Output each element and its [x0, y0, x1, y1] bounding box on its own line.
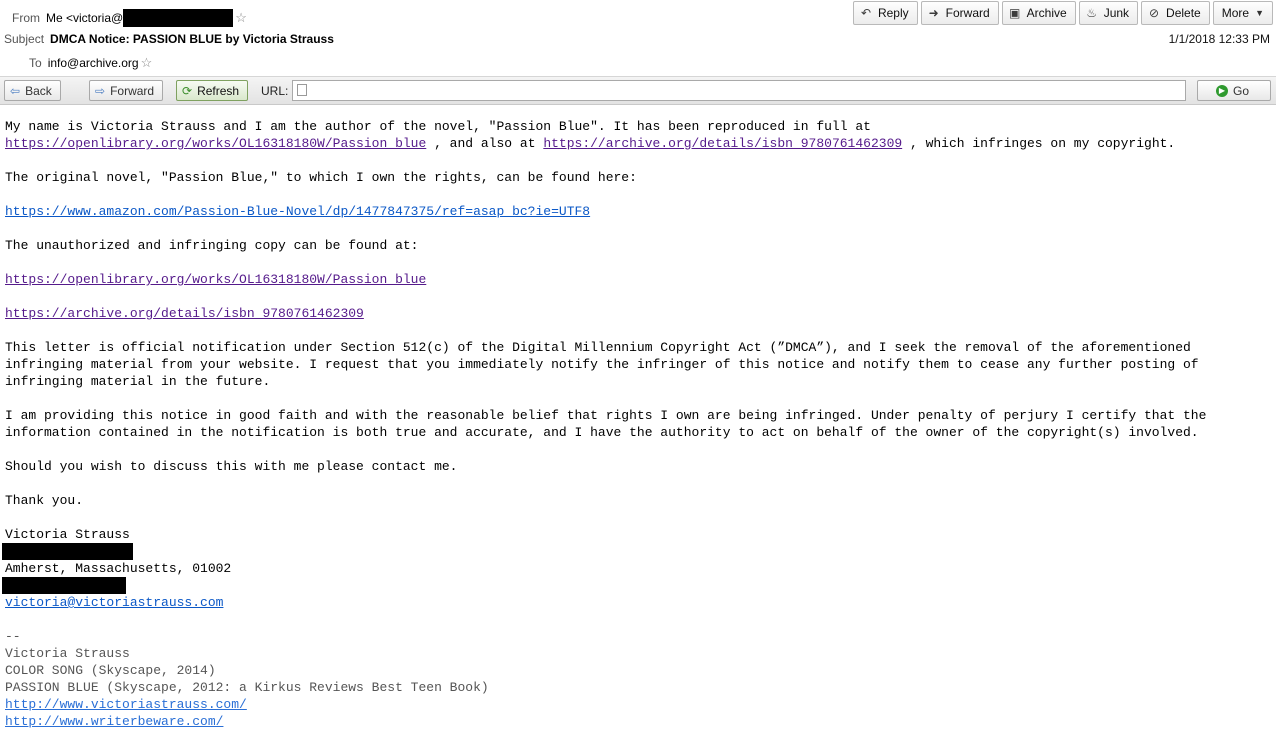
infringing-link2-line: https://archive.org/details/isbn_9780761…: [5, 305, 1265, 322]
openlibrary-link[interactable]: https://openlibrary.org/works/OL16318180…: [5, 136, 426, 151]
delete-button[interactable]: ⊘ Delete: [1141, 1, 1210, 25]
from-value[interactable]: Me <victoria@: [46, 11, 123, 25]
from-row: From Me <victoria@ ☆: [12, 9, 247, 27]
notification-paragraph: This letter is official notification und…: [5, 340, 1207, 389]
contact-paragraph: Should you wish to discuss this with me …: [5, 459, 458, 474]
email-signature: -- Victoria Strauss COLOR SONG (Skyscape…: [5, 628, 1265, 730]
subject-row: Subject DMCA Notice: PASSION BLUE by Vic…: [4, 32, 334, 46]
reply-label: Reply: [877, 6, 909, 20]
signature-website-link[interactable]: http://www.victoriastrauss.com/: [5, 697, 247, 712]
to-value[interactable]: info@archive.org: [48, 56, 139, 70]
refresh-icon: ⟳: [182, 83, 193, 98]
signature-separator: --: [5, 629, 21, 644]
url-input[interactable]: [292, 80, 1186, 101]
from-label: From: [12, 11, 40, 25]
go-play-icon: ▶: [1216, 84, 1228, 97]
chevron-down-icon: ▼: [1255, 8, 1264, 18]
archive-label: Archive: [1026, 6, 1067, 20]
archive-icon: ▣: [1009, 6, 1021, 20]
infringing-intro: The unauthorized and infringing copy can…: [5, 238, 419, 253]
reply-button[interactable]: ↶ Reply: [852, 1, 918, 25]
url-label: URL:: [261, 84, 289, 98]
amazon-link-line: https://www.amazon.com/Passion-Blue-Nove…: [5, 203, 1265, 220]
archive-link[interactable]: https://archive.org/details/isbn_9780761…: [543, 136, 902, 151]
signature-name: Victoria Strauss: [5, 646, 130, 661]
message-actions: ↶ Reply ➜ Forward ▣ Archive ♨ Junk ⊘ Del…: [852, 1, 1273, 25]
go-label: Go: [1233, 83, 1250, 98]
amazon-link[interactable]: https://www.amazon.com/Passion-Blue-Nove…: [5, 204, 590, 219]
sign-email-link[interactable]: victoria@victoriastrauss.com: [5, 594, 223, 611]
page-icon: [297, 84, 307, 96]
to-label: To: [29, 56, 42, 70]
junk-label: Junk: [1103, 6, 1130, 20]
to-row: To info@archive.org ☆: [29, 55, 152, 71]
redacted-phone: [2, 577, 126, 594]
sign-block: Victoria Strauss Amherst, Massachusetts, …: [2, 526, 1265, 611]
go-button[interactable]: ▶ Go: [1197, 80, 1271, 101]
browser-toolbar: ⇦ Back ⇨ Forward ⟳ Refresh URL: ▶ Go: [0, 77, 1276, 105]
back-button[interactable]: ⇦ Back: [4, 80, 61, 101]
junk-button[interactable]: ♨ Junk: [1078, 1, 1139, 25]
redacted-email: [123, 9, 234, 27]
message-body: My name is Victoria Strauss and I am the…: [2, 118, 1265, 730]
sign-name: Victoria Strauss: [5, 527, 130, 542]
sign-city: Amherst, Massachusetts, 01002: [5, 561, 232, 576]
signature-book2: PASSION BLUE (Skyscape, 2012: a Kirkus R…: [5, 680, 489, 695]
star-icon[interactable]: ☆: [235, 10, 247, 26]
star-icon[interactable]: ☆: [141, 55, 153, 71]
delete-icon: ⊘: [1149, 6, 1160, 20]
back-arrow-icon: ⇦: [10, 83, 21, 98]
good-faith-paragraph: I am providing this notice in good faith…: [5, 408, 1215, 440]
nav-forward-label: Forward: [110, 83, 155, 98]
forward-button[interactable]: ➜ Forward: [920, 1, 999, 25]
signature-book1: COLOR SONG (Skyscape, 2014): [5, 663, 216, 678]
refresh-label: Refresh: [197, 83, 240, 98]
forward-arrow-icon: ➜: [928, 6, 939, 20]
intro-paragraph: My name is Victoria Strauss and I am the…: [5, 119, 1176, 151]
forward-label: Forward: [945, 6, 990, 20]
message-header: From Me <victoria@ ☆ Subject DMCA Notice…: [0, 0, 1276, 77]
back-label: Back: [25, 83, 52, 98]
subject-value: DMCA Notice: PASSION BLUE by Victoria St…: [50, 32, 334, 46]
more-button[interactable]: More ▼: [1212, 1, 1273, 25]
nav-forward-button[interactable]: ⇨ Forward: [89, 80, 164, 101]
redacted-address: [2, 543, 133, 560]
original-paragraph: The original novel, "Passion Blue," to w…: [5, 170, 637, 185]
infringing-openlibrary-link[interactable]: https://openlibrary.org/works/OL16318180…: [5, 272, 426, 287]
signature-writerbeware-link[interactable]: http://www.writerbeware.com/: [5, 714, 223, 729]
reply-icon: ↶: [860, 6, 871, 20]
message-date: 1/1/2018 12:33 PM: [1168, 32, 1270, 46]
archive-button[interactable]: ▣ Archive: [1001, 1, 1076, 25]
infringing-link1-line: https://openlibrary.org/works/OL16318180…: [5, 271, 1265, 288]
infringing-archive-link[interactable]: https://archive.org/details/isbn_9780761…: [5, 306, 364, 321]
refresh-button[interactable]: ⟳ Refresh: [176, 80, 249, 101]
forward-arrow-icon: ⇨: [95, 83, 106, 98]
thanks-paragraph: Thank you.: [5, 493, 84, 508]
more-label: More: [1221, 6, 1250, 20]
junk-flame-icon: ♨: [1086, 6, 1098, 20]
subject-label: Subject: [4, 32, 45, 46]
delete-label: Delete: [1166, 6, 1201, 20]
